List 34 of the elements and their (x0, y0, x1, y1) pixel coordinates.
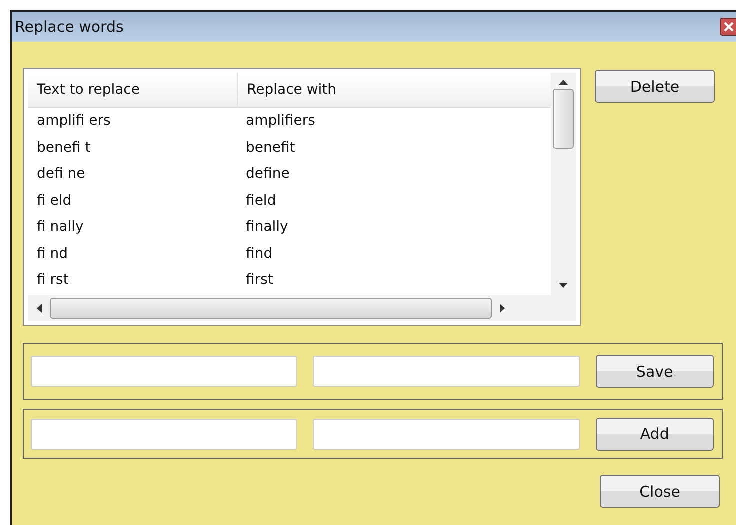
table-cell-text: find (245, 246, 274, 262)
left-arrow-icon[interactable] (36, 304, 42, 312)
action-button[interactable]: Add (596, 418, 714, 450)
scroll-thumb[interactable] (50, 298, 492, 318)
horizontal-scrollbar[interactable] (28, 295, 576, 321)
close-icon[interactable] (720, 18, 736, 36)
action-button[interactable]: Save (596, 355, 714, 388)
table-cell-text: amplifi ers (36, 113, 112, 130)
input-field[interactable] (313, 418, 580, 450)
close-button[interactable]: Close (600, 475, 720, 508)
scroll-thumb[interactable] (553, 89, 574, 149)
input-field[interactable] (31, 356, 298, 387)
input-field[interactable] (31, 418, 298, 450)
up-arrow-icon[interactable] (559, 79, 568, 85)
column-header[interactable]: Replace with (238, 73, 447, 107)
table-cell-text: field (245, 192, 278, 209)
table-cell-text: fi nd (36, 246, 70, 262)
column-header[interactable]: Text to replace (28, 73, 238, 107)
table-cell-text: fi eld (36, 192, 73, 209)
table-cell-text: define (245, 166, 291, 182)
window-title: Replace words (15, 18, 124, 36)
table-cell-text: finally (245, 219, 290, 236)
vertical-scrollbar[interactable] (551, 73, 576, 295)
table-cell-text: defi ne (36, 166, 86, 182)
right-arrow-icon[interactable] (500, 304, 506, 312)
table-cell-text: benefi t (36, 140, 92, 156)
table-cell-text: first (245, 272, 274, 288)
down-arrow-icon[interactable] (559, 283, 568, 289)
table-cell-text: fi nally (36, 219, 85, 236)
table-cell-text: fi rst (36, 272, 70, 288)
delete-button[interactable]: Delete (595, 70, 715, 103)
input-field[interactable] (313, 356, 580, 387)
table-cell-text: benefit (245, 140, 296, 156)
table-cell-text: amplifiers (245, 113, 316, 130)
